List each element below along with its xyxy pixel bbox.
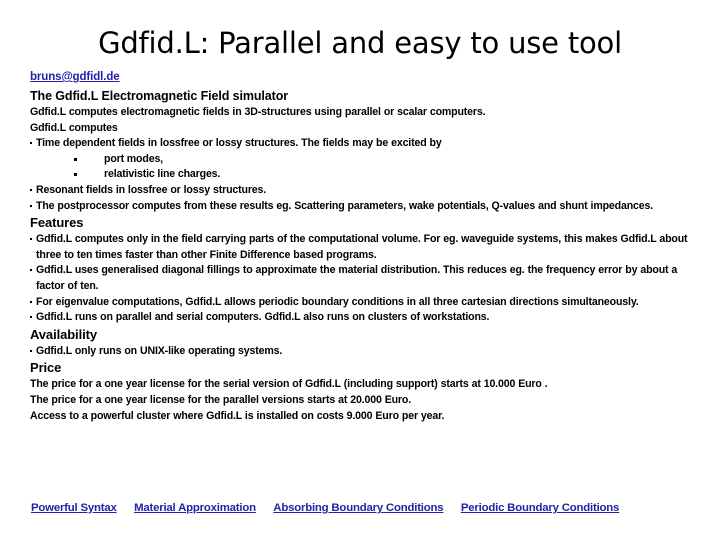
intro-line-1: Gdfid.L computes electromagnetic fields … <box>30 106 486 118</box>
bullet-square-icon <box>30 188 32 191</box>
sub-bullet-port-modes: port modes, <box>30 152 698 168</box>
bullet-square-icon <box>74 173 77 177</box>
price-line-3: Access to a powerful cluster where Gdfid… <box>30 409 445 422</box>
bullet-square-icon <box>30 269 32 272</box>
link-absorbing-boundary-conditions[interactable]: Absorbing Boundary Conditions <box>273 502 443 514</box>
bullet-square-icon <box>30 142 32 145</box>
email-line: bruns@gdfidl.de <box>30 68 698 85</box>
footer-links: Powerful Syntax Material Approximation A… <box>31 498 691 516</box>
link-material-approximation[interactable]: Material Approximation <box>134 502 256 514</box>
bullet-square-icon <box>30 316 32 319</box>
bullet-square-icon <box>30 300 32 303</box>
bullet-feature-1: Gdfid.L computes only in the field carry… <box>30 232 698 263</box>
bullet-postprocessor: The postprocessor computes from these re… <box>30 199 698 215</box>
heading-availability: Availability <box>30 326 97 342</box>
heading-features: Features <box>30 215 84 231</box>
email-link[interactable]: bruns@gdfidl.de <box>30 71 120 83</box>
bullet-time-dependent: Time dependent fields in lossfree or los… <box>30 136 698 152</box>
bullet-square-icon <box>74 157 77 161</box>
bullet-square-icon <box>30 204 32 207</box>
bullet-text: Gdfid.L runs on parallel and serial comp… <box>36 311 490 324</box>
page-title: Gdfid.L: Parallel and easy to use tool <box>98 26 622 60</box>
bullet-feature-3: For eigenvalue computations, Gdfid.L all… <box>30 295 698 311</box>
bullet-text: Gdfid.L only runs on UNIX-like operating… <box>36 344 283 357</box>
intro-line-2: Gdfid.L computes <box>30 121 118 134</box>
link-periodic-boundary-conditions[interactable]: Periodic Boundary Conditions <box>461 502 620 514</box>
bullet-square-icon <box>30 349 32 352</box>
price-line-2: The price for a one year license for the… <box>30 393 412 406</box>
bullet-feature-4: Gdfid.L runs on parallel and serial comp… <box>30 310 698 326</box>
bullet-availability-1: Gdfid.L only runs on UNIX-like operating… <box>30 344 698 360</box>
bullet-text: Gdfid.L computes only in the field carry… <box>36 233 688 261</box>
bullet-resonant-fields: Resonant fields in lossfree or lossy str… <box>30 183 698 199</box>
slide-canvas: Gdfid.L: Parallel and easy to use tool b… <box>0 0 720 540</box>
link-powerful-syntax[interactable]: Powerful Syntax <box>31 502 117 514</box>
heading-price: Price <box>30 360 62 376</box>
bullet-square-icon <box>30 238 32 241</box>
subtitle: The Gdfid.L Electromagnetic Field simula… <box>30 89 289 103</box>
price-line-1: The price for a one year license for the… <box>30 378 548 391</box>
sub-bullet-text: port modes, <box>104 152 163 165</box>
bullet-text: For eigenvalue computations, Gdfid.L all… <box>36 295 639 308</box>
sub-bullet-text: relativistic line charges. <box>104 168 221 181</box>
bullet-text: Gdfid.L uses generalised diagonal fillin… <box>36 264 678 292</box>
slide-body: bruns@gdfidl.de The Gdfid.L Electromagne… <box>30 68 698 424</box>
bullet-text: The postprocessor computes from these re… <box>36 199 654 212</box>
sub-bullet-line-charges: relativistic line charges. <box>30 167 698 183</box>
bullet-text: Time dependent fields in lossfree or los… <box>36 137 442 150</box>
bullet-text: Resonant fields in lossfree or lossy str… <box>36 183 267 196</box>
bullet-feature-2: Gdfid.L uses generalised diagonal fillin… <box>30 263 698 294</box>
